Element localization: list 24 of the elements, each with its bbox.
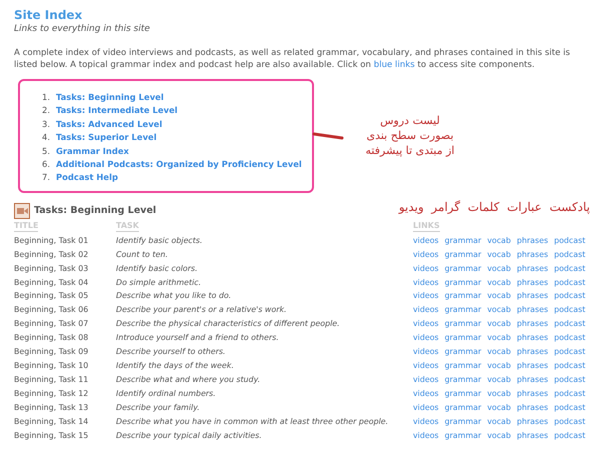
list-number: 4. <box>41 131 50 144</box>
list-number: 1. <box>41 91 50 104</box>
annotation-text: بصورت سطح بندی <box>365 128 455 144</box>
page-title: Site Index <box>14 8 84 23</box>
contents-link[interactable]: Podcast Help <box>56 171 118 185</box>
list-number: 6. <box>41 158 50 172</box>
contents-link[interactable]: Additional Podcasts: Organized by Proficiency Level <box>56 158 302 172</box>
intro-paragraph: A complete index of video interviews and podcasts, as well as related grammar, vocabulary, and phrases contained in this site is listed below. A topical grammar index and podcast help are also available. Click on blue links to access site components. <box>14 47 571 71</box>
list-number: 5. <box>41 144 50 158</box>
list-number: 3. <box>41 118 50 131</box>
contents-link[interactable]: Grammar Index <box>56 144 129 158</box>
contents-link[interactable]: Tasks: Intermediate Level <box>56 104 178 118</box>
inline-link[interactable]: blue links <box>374 60 415 70</box>
contents-link[interactable]: Tasks: Superior Level <box>56 131 157 145</box>
contents-link[interactable]: Tasks: Advanced Level <box>56 118 162 132</box>
page-subtitle: Links to everything in this site <box>14 23 151 35</box>
contents-link[interactable]: Tasks: Beginning Level <box>56 91 164 104</box>
list-number: 7. <box>41 171 50 184</box>
annotation-text: از مبتدی تا پیشرفته <box>364 143 456 158</box>
film-icon <box>14 202 30 219</box>
annotation-text: لیست دروس <box>379 113 441 128</box>
section-title: Tasks: Beginning Level <box>34 205 156 216</box>
annotation-text: پادکست عبارات کلمات گرامر ویدیو <box>398 200 590 214</box>
list-number: 2. <box>41 104 50 118</box>
